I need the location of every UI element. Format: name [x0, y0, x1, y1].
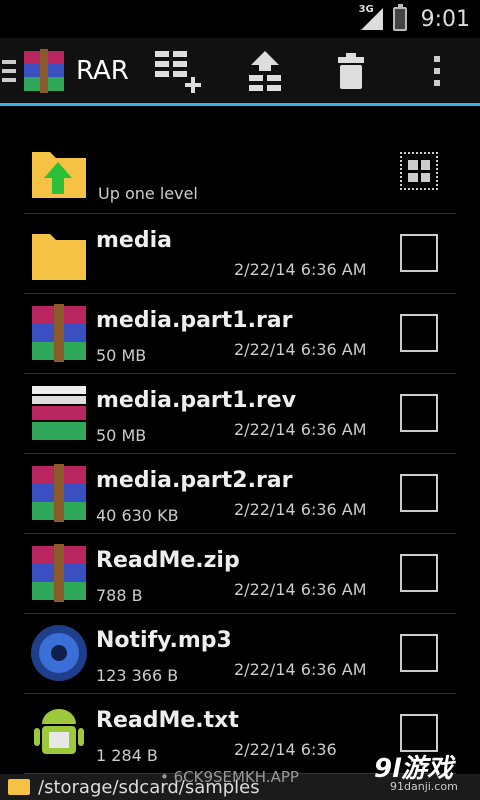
select-all-icon[interactable]: [400, 152, 438, 190]
file-name: ReadMe.zip: [96, 548, 240, 573]
file-date: 2/22/14 6:36 AM: [234, 420, 367, 439]
up-one-level-row[interactable]: Up one level: [24, 132, 456, 214]
select-checkbox[interactable]: [400, 314, 438, 352]
extract-icon: [249, 50, 281, 91]
file-name: ReadMe.txt: [96, 708, 239, 733]
toolbar: [136, 39, 480, 103]
up-one-level-label: Up one level: [98, 184, 198, 203]
file-name: media.part1.rev: [96, 388, 297, 413]
select-checkbox[interactable]: [400, 234, 438, 272]
watermark-logo: 9l游戏 91danji.com: [372, 748, 472, 798]
signal-icon: 3G: [358, 4, 385, 32]
file-date: 2/22/14 6:36 AM: [234, 500, 367, 519]
battery-icon: [392, 4, 407, 31]
rar-archive-icon: [32, 464, 86, 522]
folder-up-icon: [32, 152, 86, 198]
file-date: 2/22/14 6:36 AM: [234, 660, 367, 679]
watermark-code: • 6CK9SEMKH.APP: [160, 768, 299, 786]
list-item[interactable]: media 2/22/14 6:36 AM: [24, 214, 456, 294]
overflow-menu-button[interactable]: [394, 39, 480, 103]
select-checkbox[interactable]: [400, 394, 438, 432]
action-bar: RAR: [0, 38, 480, 106]
file-date: 2/22/14 6:36 AM: [234, 340, 367, 359]
folder-icon: [32, 234, 86, 280]
file-name: media.part1.rar: [96, 308, 293, 333]
file-date: 2/22/14 6:36 AM: [234, 580, 367, 599]
select-checkbox[interactable]: [400, 714, 438, 752]
rar-archive-icon: [32, 304, 86, 362]
file-size: 788 B: [96, 586, 143, 605]
list-item[interactable]: media.part2.rar 40 630 KB 2/22/14 6:36 A…: [24, 454, 456, 534]
delete-button[interactable]: [308, 39, 394, 103]
extract-button[interactable]: [222, 39, 308, 103]
drawer-icon[interactable]: [2, 59, 16, 82]
list-item[interactable]: ReadMe.zip 788 B 2/22/14 6:36 AM: [24, 534, 456, 614]
audio-file-icon: [31, 625, 87, 681]
select-checkbox[interactable]: [400, 474, 438, 512]
file-size: 50 MB: [96, 426, 147, 445]
select-checkbox[interactable]: [400, 634, 438, 672]
trash-icon: [338, 52, 364, 89]
file-size: 40 630 KB: [96, 506, 179, 525]
file-list: Up one level media 2/22/14 6:36 AM media…: [24, 132, 456, 774]
clock: 9:01: [420, 6, 470, 32]
file-date: 2/22/14 6:36 AM: [234, 260, 367, 279]
file-name: Notify.mp3: [96, 628, 232, 653]
rev-archive-icon: [32, 386, 86, 440]
watermark-site: 91danji.com: [390, 780, 458, 793]
overflow-menu-icon: [434, 55, 440, 86]
android-text-file-icon: [34, 709, 84, 754]
rar-logo-icon[interactable]: [22, 48, 66, 93]
select-checkbox[interactable]: [400, 554, 438, 592]
app-title: RAR: [76, 55, 129, 86]
status-bar: 3G 9:01: [0, 0, 480, 38]
file-date: 2/22/14 6:36: [234, 740, 337, 759]
file-size: 50 MB: [96, 346, 147, 365]
network-type: 3G: [358, 4, 374, 15]
list-item[interactable]: media.part1.rev 50 MB 2/22/14 6:36 AM: [24, 374, 456, 454]
list-item[interactable]: Notify.mp3 123 366 B 2/22/14 6:36 AM: [24, 614, 456, 694]
file-size: 123 366 B: [96, 666, 179, 685]
file-name: media.part2.rar: [96, 468, 293, 493]
zip-archive-icon: [32, 544, 86, 602]
file-name: media: [96, 228, 172, 253]
file-size: 1 284 B: [96, 746, 158, 765]
add-to-archive-button[interactable]: [136, 39, 222, 103]
add-to-archive-icon: [155, 50, 201, 93]
folder-small-icon: [8, 779, 30, 795]
list-item[interactable]: media.part1.rar 50 MB 2/22/14 6:36 AM: [24, 294, 456, 374]
